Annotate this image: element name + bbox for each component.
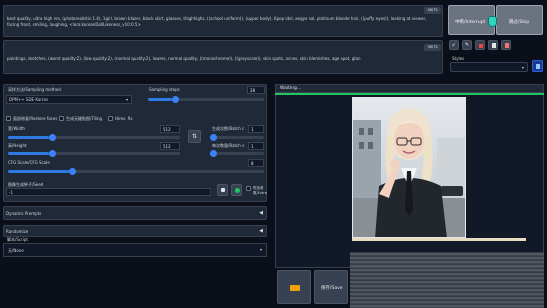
negative-prompt-text[interactable]: paintings, sketches, (worst quality:2), … — [7, 56, 437, 61]
blurred-output-area — [350, 252, 544, 308]
chevron-down-icon: ▾ — [521, 65, 524, 70]
trash-icon[interactable]: ✎ — [462, 40, 472, 50]
extra-seed-label-2: 数/Extra — [253, 191, 267, 195]
batch-count-label: 生成次数/Batch c — [212, 126, 245, 131]
cfg-scale-slider[interactable] — [8, 168, 264, 175]
save-icon[interactable] — [501, 40, 511, 50]
randomize-label: Randomize — [6, 229, 29, 234]
reuse-seed-button[interactable] — [231, 184, 242, 196]
random-seed-button[interactable] — [217, 184, 228, 196]
arrow-icon[interactable]: ↙ — [449, 40, 459, 50]
batch-size-slider[interactable] — [210, 150, 264, 157]
sampling-steps-slider[interactable] — [148, 96, 264, 103]
batch-size-input[interactable]: 1 — [248, 142, 264, 150]
seed-value: -1 — [9, 190, 13, 195]
restore-faces-checkbox[interactable] — [6, 116, 11, 121]
seed-input[interactable]: -1 — [6, 188, 211, 196]
sampling-method-dropdown[interactable]: DPM++ SDE Karras ▾ — [6, 95, 132, 104]
sampling-steps-input[interactable]: 28 — [247, 86, 265, 94]
folder-icon — [290, 285, 300, 291]
collapse-arrow-icon: ◀ — [259, 228, 263, 234]
positive-prompt-box[interactable]: best quality, ultra high res, (photoreal… — [3, 5, 443, 37]
output-header: Waiting... — [275, 84, 544, 93]
styles-label: Styles — [452, 56, 465, 61]
script-dropdown[interactable]: 无/None ▾ — [3, 243, 267, 257]
height-input[interactable]: 512 — [160, 142, 180, 150]
collapse-arrow-icon: ◀ — [259, 210, 263, 216]
save-label: 保存/Save — [321, 286, 343, 291]
skip-label: 跳过/Skip — [509, 20, 530, 25]
output-status: Waiting... — [280, 86, 302, 91]
dice-icon — [221, 188, 225, 192]
clipboard-icon[interactable] — [488, 40, 498, 50]
tiling-label: 生成无缝贴图/Tiling — [66, 116, 103, 121]
sampling-method-label: 采样方法/Sampling method — [8, 87, 61, 92]
open-folder-button[interactable] — [277, 270, 311, 304]
portrait-image — [353, 98, 465, 237]
hires-fix-checkbox[interactable] — [108, 116, 113, 121]
positive-prompt-text[interactable]: best quality, ultra high res, (photoreal… — [7, 16, 437, 27]
image-gallery-strip — [352, 238, 526, 241]
styles-dropdown[interactable]: ▾ — [450, 62, 528, 72]
tiling-checkbox[interactable] — [59, 116, 64, 121]
script-value: 无/None — [8, 248, 24, 253]
chevron-down-icon: ▾ — [259, 247, 262, 252]
dynamic-prompts-label: Dynamic Prompts — [6, 211, 42, 216]
refresh-styles-button[interactable] — [532, 60, 543, 72]
negative-prompt-box[interactable]: paintings, sketches, (worst quality:2), … — [3, 40, 443, 74]
batch-size-label: 每次数量/Batch s — [212, 143, 245, 148]
width-input[interactable]: 512 — [160, 125, 180, 133]
save-button[interactable]: 保存/Save — [314, 270, 348, 304]
stop-icon[interactable] — [475, 40, 485, 50]
recycle-icon — [235, 188, 240, 193]
interrupt-label: 中断/Interrupt — [455, 20, 486, 25]
batch-count-input[interactable]: 1 — [248, 125, 264, 133]
negative-token-counter: 38/75 — [424, 44, 441, 51]
skip-button[interactable]: 跳过/Skip — [496, 5, 543, 35]
cursor-hand-icon — [488, 16, 497, 27]
height-label: 高/Height — [8, 143, 27, 148]
hires-fix-label: Hires. fix — [115, 116, 133, 121]
swap-dimensions-button[interactable]: ⇅ — [188, 130, 201, 143]
randomize-accordion[interactable]: Randomize ◀ — [3, 225, 267, 237]
slider-handle[interactable] — [210, 134, 217, 141]
progress-bar — [275, 93, 544, 95]
chevron-down-icon: ▾ — [125, 97, 128, 102]
sampling-method-value: DPM++ SDE Karras — [9, 97, 49, 102]
generated-image[interactable] — [352, 97, 466, 238]
refresh-icon — [536, 64, 540, 69]
restore-faces-label: 面部修复/Restore faces — [13, 116, 58, 121]
height-slider[interactable] — [8, 150, 180, 157]
sampling-steps-label: Sampling steps — [149, 87, 180, 92]
width-label: 宽/Width — [8, 126, 25, 131]
dynamic-prompts-accordion[interactable]: Dynamic Prompts ◀ — [3, 206, 267, 220]
batch-count-slider[interactable] — [210, 134, 264, 141]
positive-token-counter: 58/75 — [424, 7, 441, 14]
cfg-scale-label: CFG Scale/CFG Scale — [8, 160, 50, 165]
cfg-scale-input[interactable]: 8 — [248, 159, 264, 167]
extra-seed-checkbox[interactable] — [246, 186, 251, 191]
slider-handle[interactable] — [210, 150, 217, 157]
width-slider[interactable] — [8, 134, 180, 141]
